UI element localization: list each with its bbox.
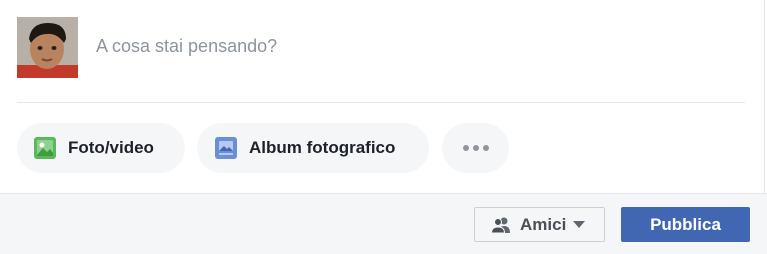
more-options-button[interactable] — [442, 123, 509, 173]
status-prompt[interactable]: A cosa stai pensando? — [96, 36, 277, 57]
album-icon — [215, 137, 237, 159]
publish-button[interactable]: Pubblica — [621, 207, 750, 242]
photo-video-button[interactable]: Foto/video — [17, 123, 185, 173]
audience-selector[interactable]: Amici — [474, 207, 605, 242]
audience-label: Amici — [520, 214, 567, 234]
post-composer: A cosa stai pensando? Foto/video Album f… — [0, 0, 767, 193]
photo-icon — [34, 137, 56, 159]
photo-album-button[interactable]: Album fotografico — [197, 123, 429, 173]
chevron-down-icon — [573, 221, 586, 228]
photo-album-label: Album fotografico — [249, 138, 396, 157]
divider — [17, 102, 745, 103]
more-dots-icon — [462, 145, 489, 151]
friends-icon — [491, 217, 510, 233]
photo-video-label: Foto/video — [68, 138, 154, 157]
right-border — [764, 0, 765, 193]
avatar[interactable] — [17, 17, 78, 78]
avatar-image — [17, 17, 78, 78]
